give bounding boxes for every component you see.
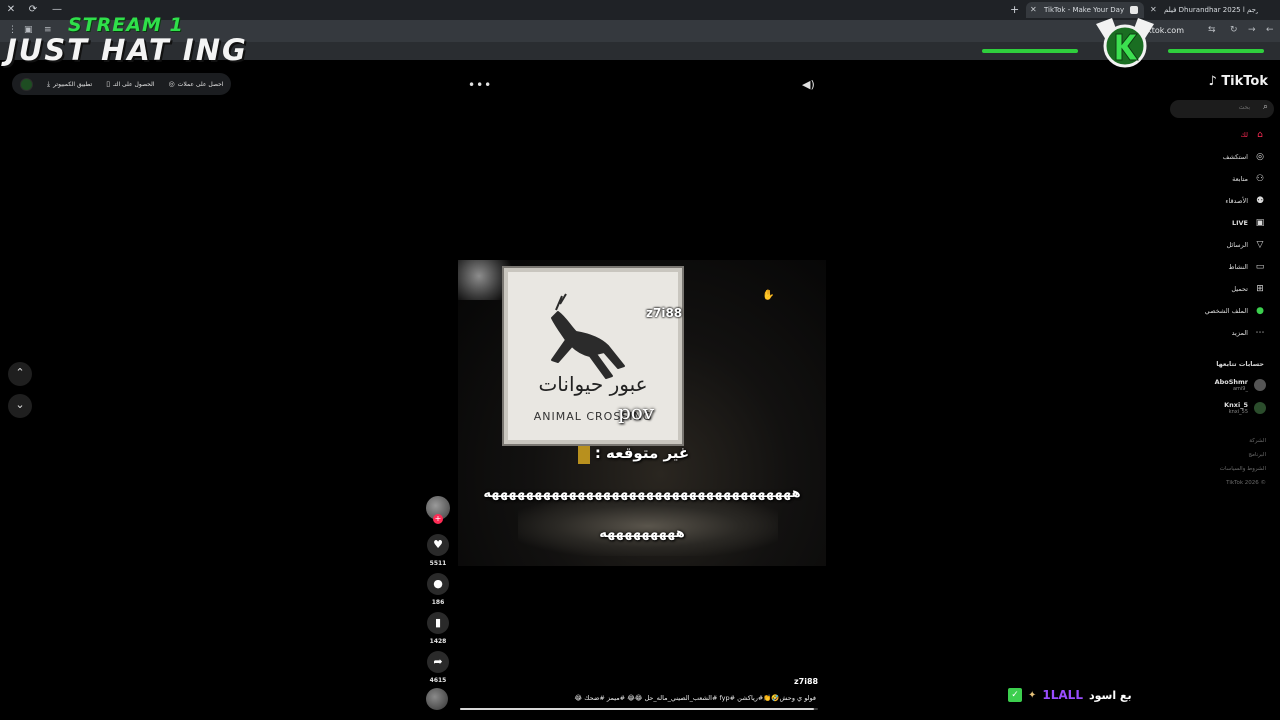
home-icon: ⌂ [1257, 130, 1263, 140]
download-app-link[interactable]: ⤓ تطبيق الكمبيوتر [47, 80, 92, 89]
deer-icon [551, 293, 625, 379]
caption-line-2: ههههههههههههههههههههههههههههههههههههه [483, 486, 801, 501]
forward-icon[interactable]: → [1248, 25, 1256, 35]
footer-link-program[interactable]: البرنامج [1248, 452, 1266, 458]
search-input[interactable]: بحث ⌕ [1170, 100, 1274, 118]
post-author[interactable]: z7i88 [794, 677, 818, 686]
right-sidebar: ♪ TikTok بحث ⌕ لك ⌂ استكشف ◎ متابعة ⚇ الأصد… [1166, 72, 1276, 492]
avatar[interactable] [20, 77, 33, 91]
video-progress-bar[interactable] [460, 708, 818, 710]
volume-icon[interactable]: ◀) [802, 78, 815, 91]
get-app-link[interactable]: ▯ الحصول على التـ [106, 80, 154, 88]
stream-title: JUST HAT ING [6, 33, 248, 67]
activity-icon: ▭ [1255, 262, 1265, 272]
sidebar-item-explore[interactable]: استكشف ◎ [1223, 150, 1266, 164]
following-section-title: حسابات تتابعها [1216, 360, 1264, 368]
video-player[interactable]: عبور حيوانات ANIMAL CROSSING z7i88 pov غ… [458, 260, 826, 566]
footer-copyright: TikTok 2026 © [1226, 480, 1266, 486]
tiktok-logo[interactable]: ♪ TikTok [1208, 74, 1268, 89]
chat-message-text: بع اسود [1088, 688, 1132, 702]
share-arrow-icon[interactable]: ➦ [427, 651, 449, 673]
refresh-window-icon[interactable]: ⟳ [26, 3, 40, 17]
caption-line-1: غير متوقعه : [594, 444, 690, 462]
close-window-icon[interactable]: ✕ [4, 3, 18, 17]
tab-movie[interactable]: ✕ فيلم Dhurandhar 2025 مترجم ا [1146, 2, 1258, 18]
sidebar-item-profile[interactable]: الملف الشخصي ● [1205, 304, 1266, 318]
app-promo-bar: ⤓ تطبيق الكمبيوتر ▯ الحصول على التـ ◎ احصل … [12, 73, 232, 95]
previous-video-chevron-up-icon[interactable]: ⌃ [8, 362, 32, 386]
save-count: 1428 [429, 638, 447, 645]
sidebar-item-activity[interactable]: النشاط ▭ [1228, 260, 1266, 274]
browser-tabstrip: ✕ ⟳ — + ✕ TikTok - Make Your Day ✕ فيلم … [0, 0, 1280, 20]
avatar [1254, 402, 1266, 414]
site-settings-icon[interactable]: ⇆ [1208, 25, 1216, 35]
share-count: 4615 [429, 677, 447, 684]
overlay-bar-right [1168, 49, 1264, 53]
caption-pov: pov [618, 400, 655, 424]
footer-link-terms[interactable]: الشروط والسياسات [1220, 466, 1266, 472]
post-description: فولو ي وحش🤣👏#رياكشن #fyp #الشعب_الصيني_م… [574, 694, 816, 702]
more-options-icon[interactable]: ••• [468, 78, 492, 92]
minimize-window-icon[interactable]: — [50, 3, 64, 17]
chat-username: 1LALL [1042, 688, 1083, 702]
coin-icon: ◎ [168, 80, 175, 88]
search-placeholder: بحث [1238, 104, 1250, 111]
mouse-cursor-icon: ✋ [762, 290, 775, 301]
upload-icon: ⊞ [1256, 284, 1264, 294]
streamer-logo-icon [1096, 18, 1154, 68]
sidebar-item-messages[interactable]: الرسائل ▽ [1226, 238, 1266, 252]
sidebar-item-live[interactable]: LIVE ▣ [1232, 216, 1266, 230]
compass-icon: ◎ [1256, 152, 1264, 162]
download-icon: ⤓ [47, 79, 51, 88]
reload-icon[interactable]: ↻ [1230, 25, 1238, 35]
phone-icon: ▯ [106, 80, 111, 88]
check-badge-icon: ✓ [1008, 688, 1022, 702]
video-progress-fill [460, 708, 815, 710]
more-icon: ⋯ [1255, 328, 1265, 338]
like-count: 5511 [429, 560, 447, 567]
following-account[interactable]: AboShmr ami9_ [1215, 376, 1266, 394]
following-account[interactable]: Knxi_5 knxi_55 [1224, 399, 1266, 417]
profile-icon: ● [1256, 306, 1264, 316]
sidebar-item-upload[interactable]: تحميل ⊞ [1231, 282, 1266, 296]
video-watermark: z7i88 [646, 306, 683, 320]
emote-icon: ✦ [1028, 689, 1037, 701]
new-tab-button[interactable]: + [1010, 3, 1019, 16]
live-icon: ▣ [1255, 218, 1265, 228]
sound-disc-icon[interactable] [426, 688, 448, 710]
avatar [1254, 379, 1266, 391]
footer-link-company[interactable]: الشركة [1249, 438, 1266, 444]
sidebar-item-following[interactable]: متابعة ⚇ [1232, 172, 1266, 186]
stream-chat-message: ✓ ✦ 1LALL بع اسود [1008, 686, 1132, 704]
send-icon: ▽ [1256, 240, 1264, 250]
follow-plus-icon[interactable]: + [433, 514, 443, 524]
search-icon[interactable]: ⌕ [1263, 102, 1268, 112]
caption-line-3: هههههههههه [599, 526, 685, 541]
next-video-chevron-down-icon[interactable]: ⌄ [8, 394, 32, 418]
sign-arabic-text: عبور حيوانات [538, 372, 648, 396]
friends-icon: ⚉ [1255, 196, 1265, 206]
road-sign: عبور حيوانات ANIMAL CROSSING [504, 268, 682, 444]
user-follow-icon: ⚇ [1255, 174, 1265, 184]
tab-title: فيلم Dhurandhar 2025 مترجم ا [1164, 6, 1258, 14]
comment-icon[interactable]: ● [427, 573, 449, 595]
get-coins-link[interactable]: ◎ احصل على عملات [169, 80, 224, 88]
bookmark-icon[interactable]: ▮ [427, 612, 449, 634]
like-heart-icon[interactable]: ♥ [427, 534, 449, 556]
tab-close-icon[interactable]: ✕ [1030, 2, 1037, 18]
comment-count: 186 [431, 599, 445, 606]
tab-title: TikTok - Make Your Day [1044, 6, 1125, 14]
back-icon[interactable]: ← [1266, 25, 1274, 35]
overlay-bar-left [982, 49, 1078, 53]
sidebar-item-for-you[interactable]: لك ⌂ [1241, 128, 1266, 142]
tiktok-favicon-icon [1130, 6, 1138, 14]
sidebar-item-more[interactable]: المزيد ⋯ [1232, 326, 1266, 340]
sidebar-item-friends[interactable]: الأصدقاء ⚉ [1225, 194, 1266, 208]
